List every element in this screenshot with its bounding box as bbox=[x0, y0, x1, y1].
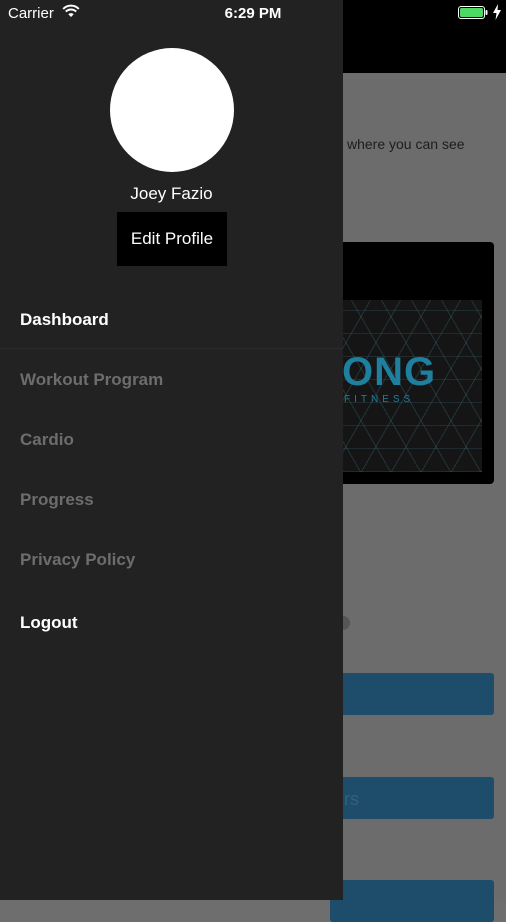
profile-name: Joey Fazio bbox=[130, 184, 213, 203]
background-logo-card: ONG FITNESS bbox=[330, 242, 494, 484]
background-button-1 bbox=[330, 673, 494, 715]
edit-profile-button[interactable]: Edit Profile bbox=[117, 212, 227, 266]
menu-divider bbox=[0, 348, 343, 349]
background-logo-image: ONG FITNESS bbox=[330, 300, 482, 472]
menu-item-progress[interactable]: Progress bbox=[20, 490, 94, 510]
charging-bolt-icon bbox=[493, 4, 501, 20]
menu-item-workout-program[interactable]: Workout Program bbox=[20, 370, 163, 390]
menu-item-dashboard[interactable]: Dashboard bbox=[20, 310, 109, 330]
menu-item-privacy-policy[interactable]: Privacy Policy bbox=[20, 550, 135, 570]
background-button-2: rs bbox=[330, 777, 494, 819]
background-button-2-label: rs bbox=[344, 789, 359, 809]
background-logo-subtext: FITNESS bbox=[344, 394, 415, 405]
menu-item-cardio[interactable]: Cardio bbox=[20, 430, 74, 450]
side-drawer: Joey Fazio Edit Profile Dashboard Workou… bbox=[0, 0, 343, 900]
menu-item-logout[interactable]: Logout bbox=[20, 613, 78, 633]
battery-icon bbox=[458, 6, 488, 19]
status-bar: Carrier 6:29 PM bbox=[0, 0, 506, 28]
background-logo-text: ONG bbox=[342, 350, 437, 394]
avatar[interactable] bbox=[110, 48, 234, 172]
background-button-3 bbox=[330, 880, 494, 922]
status-time: 6:29 PM bbox=[224, 5, 282, 22]
background-description-text: where you can see bbox=[347, 136, 465, 152]
